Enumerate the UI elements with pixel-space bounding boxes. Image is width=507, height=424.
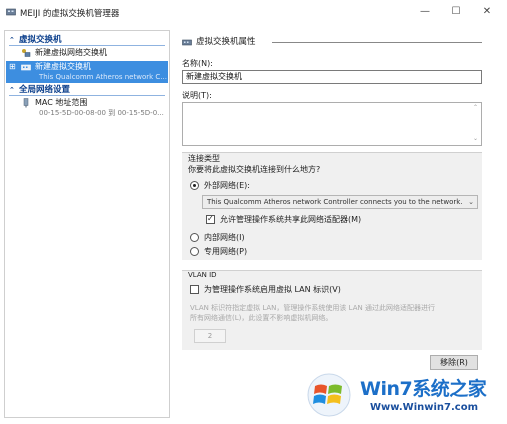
adapter-select[interactable]: This Qualcomm Atheros network Controller…: [202, 195, 478, 209]
name-label: 名称(N):: [182, 59, 213, 68]
minimize-button[interactable]: —: [410, 0, 440, 24]
watermark-url: Www.Winwin7.com: [370, 402, 479, 413]
enable-vlan-label: 为管理操作系统启用虚拟 LAN 标识(V): [204, 285, 341, 294]
chevron-down-icon: ⌄: [468, 198, 474, 206]
switch-properties-pane: 虚拟交换机属性 名称(N): 新建虚拟交换机 说明(T): ⌃ ⌄ 连接类型 你…: [176, 30, 494, 418]
app-switch-icon: [6, 8, 16, 16]
internal-network-radio[interactable]: [190, 233, 199, 242]
private-network-radio[interactable]: [190, 247, 199, 256]
section-virtual-switches[interactable]: ⌃ 虚拟交换机: [5, 34, 169, 46]
scroll-down-icon[interactable]: ⌄: [473, 136, 479, 142]
properties-title: 虚拟交换机属性: [196, 37, 256, 47]
section-divider: [9, 95, 165, 96]
connection-question: 你要将此虚拟交换机连接到什么地方?: [188, 165, 321, 174]
adapter-select-value: This Qualcomm Atheros network Controller…: [207, 198, 463, 206]
scroll-up-icon[interactable]: ⌃: [473, 105, 479, 111]
allow-management-share-label: 允许管理操作系统共享此网络适配器(M): [220, 215, 362, 224]
notes-textarea[interactable]: ⌃ ⌄: [182, 102, 482, 146]
switch-navigation-pane: ⌃ 虚拟交换机 新建虚拟网络交换机 ⊞ 新建虚拟交换机 This Qualcom…: [4, 30, 170, 418]
window-title: MEIJI 的虚拟交换机管理器: [20, 9, 120, 19]
header-rule: [272, 42, 482, 43]
selected-switch-adapter: This Qualcomm Atheros network C...: [39, 73, 167, 81]
internal-network-label: 内部网络(I): [204, 233, 245, 242]
vlan-description-line2: 所有网络通信(L)，此设置不影响虚拟机网络。: [190, 314, 333, 322]
connection-type-title: 连接类型: [188, 154, 220, 163]
expand-icon[interactable]: ⊞: [9, 61, 16, 73]
connection-type-group: 连接类型 你要将此虚拟交换机连接到什么地方? 外部网络(E): This Qua…: [182, 152, 482, 260]
switch-name-input[interactable]: 新建虚拟交换机: [182, 70, 482, 84]
title-bar: MEIJI 的虚拟交换机管理器 — ☐ ✕: [0, 0, 507, 26]
new-switch-label: 新建虚拟网络交换机: [35, 48, 107, 57]
mac-range-value: 00-15-5D-00-08-00 到 00-15-5D-0...: [39, 109, 164, 117]
maximize-button[interactable]: ☐: [441, 0, 471, 24]
network-switch-icon: [21, 64, 31, 71]
switch-item-selected[interactable]: ⊞ 新建虚拟交换机 This Qualcomm Atheros network …: [5, 61, 169, 83]
mac-range-icon: [23, 98, 29, 108]
watermark: Win7系统之家 Www.Winwin7.com: [306, 366, 506, 422]
private-network-label: 专用网络(P): [204, 247, 248, 256]
close-button[interactable]: ✕: [472, 0, 502, 24]
vlan-id-input[interactable]: 2: [194, 329, 226, 343]
external-network-label: 外部网络(E):: [204, 181, 250, 190]
properties-header: 虚拟交换机属性: [182, 36, 482, 48]
switch-props-icon: [182, 39, 192, 46]
vlan-group: VLAN ID 为管理操作系统启用虚拟 LAN 标识(V) VLAN 标识符指定…: [182, 270, 482, 350]
watermark-brand: Win7系统之家: [360, 378, 487, 400]
new-switch-item[interactable]: 新建虚拟网络交换机: [5, 47, 169, 59]
allow-management-share-checkbox[interactable]: [206, 214, 215, 224]
enable-vlan-checkbox[interactable]: [190, 285, 199, 294]
notes-label: 说明(T):: [182, 91, 212, 100]
section-divider: [9, 45, 165, 46]
mac-range-item[interactable]: MAC 地址范围 00-15-5D-00-08-00 到 00-15-5D-0.…: [5, 97, 169, 119]
external-network-radio[interactable]: [190, 181, 199, 190]
new-switch-icon: [22, 49, 31, 57]
section-global-network[interactable]: ⌃ 全局网络设置: [5, 84, 169, 96]
vlan-title: VLAN ID: [188, 271, 217, 279]
win7-logo-icon: [307, 373, 351, 417]
